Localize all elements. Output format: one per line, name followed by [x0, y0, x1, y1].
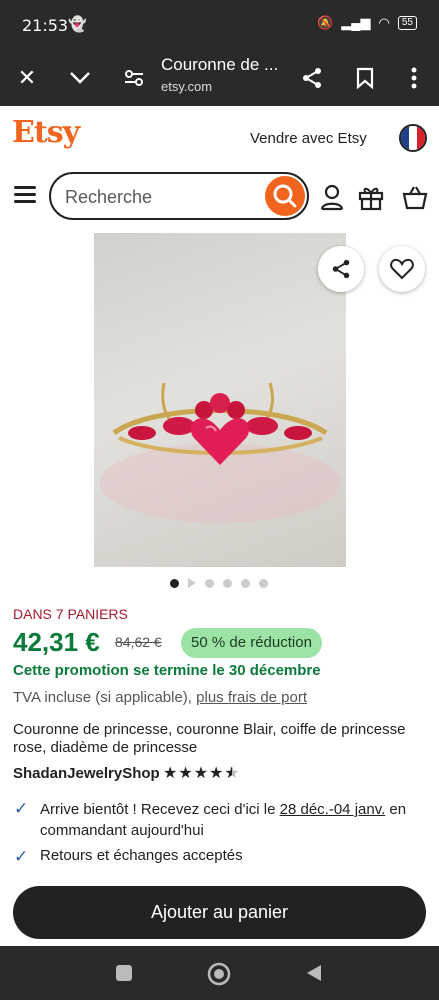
status-icons: 🔕 ▂▄▆ ◠ 55 — [317, 15, 417, 31]
back-icon[interactable] — [305, 963, 323, 983]
search-icon — [273, 184, 297, 208]
discount-badge: 50 % de réduction — [181, 628, 322, 658]
promo-end-text: Cette promotion se termine le 30 décembr… — [13, 662, 321, 679]
check-icon: ✓ — [14, 847, 29, 866]
shop-name[interactable]: ShadanJewelryShop — [13, 765, 160, 782]
browser-toolbar: ✕ Couronne de ... etsy.com — [0, 50, 439, 106]
status-bar: 21:53 👻 🔕 ▂▄▆ ◠ 55 — [0, 0, 439, 50]
carousel-dot[interactable] — [241, 578, 250, 588]
sell-link[interactable]: Vendre avec Etsy — [250, 130, 367, 147]
product-title: Couronne de princesse, couronne Blair, c… — [13, 721, 406, 756]
product-image[interactable] — [94, 233, 346, 567]
carousel-dot[interactable] — [205, 578, 214, 588]
heart-icon — [390, 258, 414, 280]
home-icon[interactable] — [207, 962, 231, 986]
gift-icon[interactable] — [357, 183, 385, 211]
etsy-logo[interactable]: Etsy — [12, 115, 80, 150]
shipping-link[interactable]: plus frais de port — [196, 689, 307, 706]
system-nav-bar — [0, 946, 439, 1000]
wifi-icon: ◠ — [378, 15, 390, 30]
share-icon[interactable] — [296, 62, 328, 94]
close-icon[interactable]: ✕ — [11, 62, 43, 94]
favorite-button[interactable] — [379, 246, 425, 292]
add-to-cart-button[interactable]: Ajouter au panier — [13, 886, 426, 939]
tva-text: TVA incluse (si applicable), plus frais … — [13, 689, 307, 706]
carousel-dot[interactable] — [170, 578, 179, 588]
mute-icon: 🔕 — [317, 15, 334, 30]
carousel-dot[interactable] — [223, 578, 232, 588]
battery-icon: 55 — [397, 16, 417, 30]
carousel-dot[interactable] — [259, 578, 268, 588]
play-icon[interactable] — [188, 578, 196, 588]
share-button[interactable] — [318, 246, 364, 292]
chevron-down-icon[interactable] — [64, 62, 96, 94]
search-bar[interactable]: Recherche — [49, 172, 309, 220]
tva-label: TVA incluse (si applicable), — [13, 689, 197, 706]
returns-info: Retours et échanges acceptés — [40, 847, 243, 864]
account-icon[interactable] — [318, 183, 346, 211]
rating-stars[interactable]: ★★★★★★ — [163, 763, 240, 783]
price: 42,31 € — [13, 627, 100, 657]
search-input[interactable]: Recherche — [65, 187, 152, 208]
more-icon[interactable] — [398, 62, 430, 94]
menu-icon[interactable] — [14, 186, 36, 207]
share-icon — [332, 259, 350, 279]
recents-icon[interactable] — [115, 964, 133, 982]
snapchat-icon: 👻 — [68, 16, 87, 33]
page-title[interactable]: Couronne de ... — [161, 55, 278, 75]
in-baskets-label: DANS 7 PANIERS — [13, 606, 128, 622]
france-flag-icon[interactable] — [399, 124, 427, 152]
page-domain: etsy.com — [161, 79, 213, 94]
original-price: 84,62 € — [115, 634, 162, 650]
cart-icon[interactable] — [401, 183, 429, 211]
delivery-dates[interactable]: 28 déc.-04 janv. — [280, 801, 386, 818]
search-button[interactable] — [265, 176, 305, 216]
image-carousel-dots[interactable] — [170, 578, 268, 588]
check-icon: ✓ — [14, 799, 29, 818]
signal-icon: ▂▄▆ — [341, 15, 371, 30]
site-settings-icon[interactable] — [118, 62, 150, 94]
delivery-prefix: Arrive bientôt ! Recevez ceci d'ici le — [40, 801, 280, 818]
status-time: 21:53 — [22, 16, 69, 35]
bookmark-icon[interactable] — [349, 62, 381, 94]
delivery-info: Arrive bientôt ! Recevez ceci d'ici le 2… — [40, 799, 425, 841]
tiara-image — [100, 382, 340, 523]
